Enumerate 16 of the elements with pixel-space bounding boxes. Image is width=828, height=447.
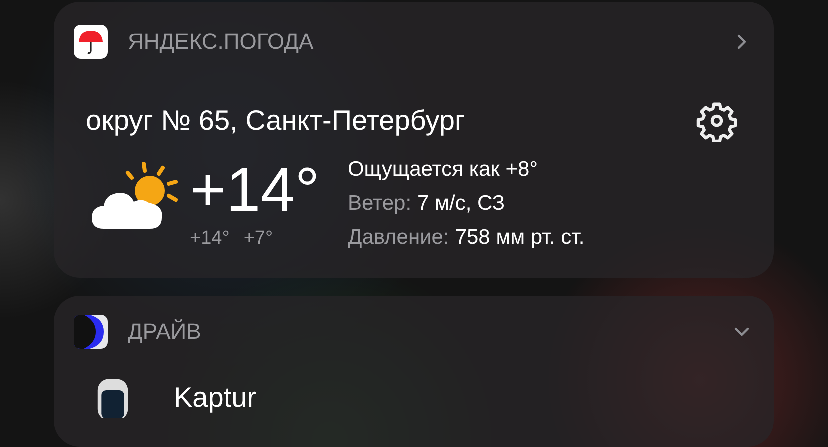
car-icon: [96, 378, 130, 418]
crescent-app-icon: [74, 315, 108, 349]
umbrella-app-icon: [74, 25, 108, 59]
detail-value: 7 м/с, СЗ: [418, 192, 506, 216]
high-temperature: +14°: [190, 228, 230, 250]
settings-icon[interactable]: [696, 100, 738, 142]
location-title: округ № 65, Санкт-Петербург: [86, 105, 466, 137]
app-name: ДРАЙВ: [128, 319, 202, 345]
car-name: Kaptur: [174, 382, 256, 414]
detail-label: Давление:: [348, 226, 450, 250]
temperature: +14°: [190, 156, 320, 226]
detail-value: 758 мм рт. ст.: [455, 226, 585, 250]
low-temperature: +7°: [244, 228, 274, 250]
detail-label: Ветер:: [348, 192, 412, 216]
app-name: ЯНДЕКС.ПОГОДА: [128, 29, 314, 55]
detail-label: Ощущается как +8°: [348, 158, 538, 182]
